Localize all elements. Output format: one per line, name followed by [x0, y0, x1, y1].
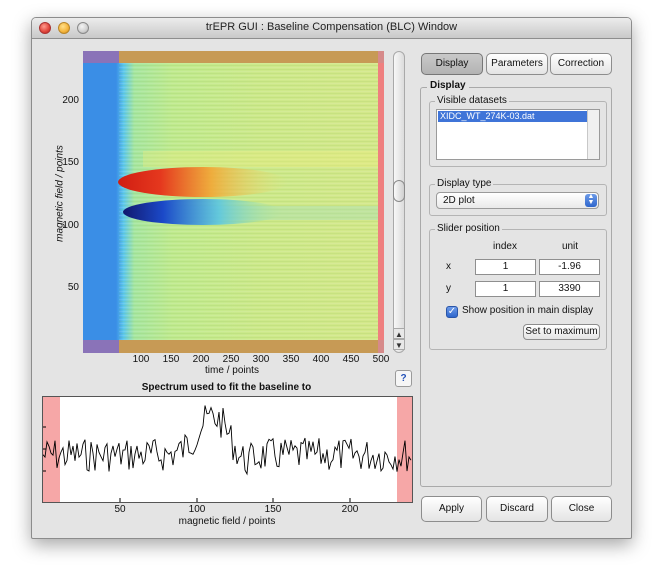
y-tick-label: 50: [67, 282, 79, 293]
list-scrollbar[interactable]: [587, 110, 599, 159]
close-button[interactable]: Close: [551, 496, 612, 522]
index-column-header: index: [493, 241, 517, 252]
display-panel-title: Display: [427, 80, 469, 91]
set-to-maximum-button[interactable]: Set to maximum: [523, 324, 600, 340]
y-axis-label: magnetic field / points: [54, 145, 66, 242]
x-tick-label: 300: [252, 354, 270, 365]
x-tick-label: 450: [342, 354, 360, 365]
excluded-region-right: [397, 397, 412, 502]
y-row-label: y: [446, 283, 451, 294]
y-index-field[interactable]: 1: [475, 281, 536, 297]
x-tick-label: 500: [372, 354, 390, 365]
tab-correction[interactable]: Correction: [550, 53, 612, 75]
display-type-title: Display type: [435, 178, 494, 189]
x-tick-label: 150: [162, 354, 180, 365]
x-row-label: x: [446, 261, 451, 272]
title-bar: trEPR GUI : Baseline Compensation (BLC) …: [32, 18, 631, 39]
spectrum-x-tick-label: 50: [114, 504, 126, 515]
spectrum-line: [43, 405, 412, 476]
blc-window: trEPR GUI : Baseline Compensation (BLC) …: [31, 17, 632, 539]
window-title: trEPR GUI : Baseline Compensation (BLC) …: [205, 21, 458, 33]
spectrum-x-axis-label: magnetic field / points: [178, 516, 276, 527]
spectrum-x-tick-label: 150: [264, 504, 282, 515]
y-unit-field[interactable]: 3390: [539, 281, 600, 297]
spectrum-title: Spectrum used to fit the baseline to: [141, 382, 312, 393]
x-index-field[interactable]: 1: [475, 259, 536, 275]
slider-position-title: Slider position: [435, 223, 502, 234]
unit-column-header: unit: [561, 241, 579, 252]
2d-plot[interactable]: [83, 51, 384, 353]
slider-down-arrow-icon[interactable]: ▼: [393, 339, 405, 350]
x-tick-label: 350: [282, 354, 300, 365]
spectrum-canvas: [43, 397, 412, 502]
spectrum-plot[interactable]: [42, 396, 413, 503]
x-unit-field[interactable]: -1.96: [539, 259, 600, 275]
show-position-label: Show position in main display: [462, 305, 594, 316]
apply-button[interactable]: Apply: [421, 496, 482, 522]
list-item[interactable]: XIDC_WT_274K-03.dat: [438, 111, 588, 122]
x-axis-label: time / points: [205, 365, 259, 376]
visible-datasets-title: Visible datasets: [435, 95, 509, 106]
show-position-checkbox[interactable]: ✓: [446, 306, 458, 318]
position-slider-thumb[interactable]: [393, 180, 405, 202]
display-type-value: 2D plot: [443, 195, 475, 206]
y-tick-label: 200: [62, 95, 79, 106]
x-tick-label: 100: [132, 354, 150, 365]
spectrum-x-tick-label: 200: [341, 504, 359, 515]
slider-up-arrow-icon[interactable]: ▲: [393, 328, 405, 339]
select-arrows-icon: ▲ ▼: [585, 193, 597, 207]
tab-display[interactable]: Display: [421, 53, 483, 75]
x-tick-label: 250: [222, 354, 240, 365]
spectrum-x-tick-label: 100: [188, 504, 206, 515]
display-type-select[interactable]: 2D plot ▲ ▼: [436, 192, 599, 209]
2d-plot-canvas: [83, 51, 384, 353]
tab-parameters[interactable]: Parameters: [486, 53, 548, 75]
x-tick-label: 200: [192, 354, 210, 365]
visible-datasets-list[interactable]: XIDC_WT_274K-03.dat: [436, 109, 600, 160]
discard-button[interactable]: Discard: [486, 496, 548, 522]
x-tick-label: 400: [312, 354, 330, 365]
position-slider-track[interactable]: [393, 51, 405, 353]
